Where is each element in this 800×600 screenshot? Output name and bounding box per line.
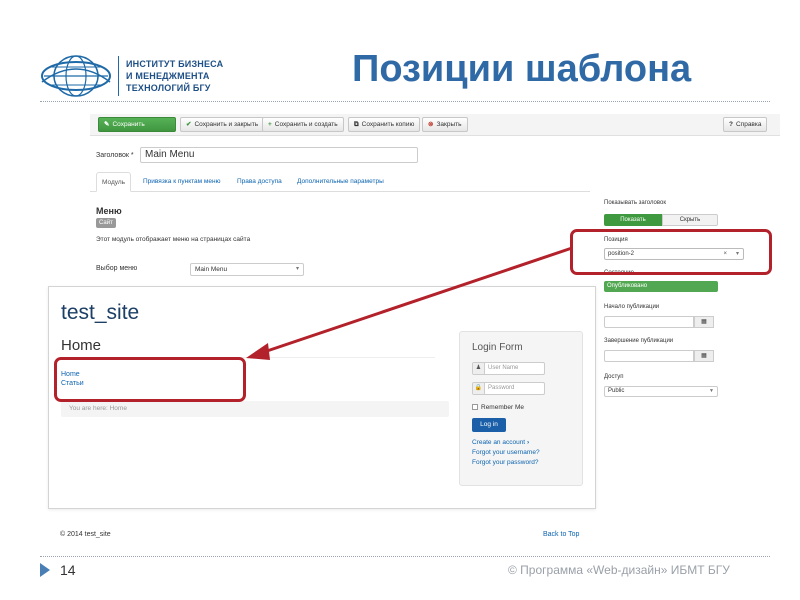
logo-line-3: ТЕХНОЛОГИЙ БГУ bbox=[126, 83, 211, 93]
forgot-password-link[interactable]: Forgot your password? bbox=[472, 459, 538, 466]
tab-module[interactable]: Модуль bbox=[96, 172, 132, 192]
lock-icon: 🔒 bbox=[473, 383, 485, 394]
hide-button[interactable]: Скрыть bbox=[662, 214, 718, 226]
remember-label: Remember Me bbox=[481, 404, 524, 411]
show-title-toggle: Показать Скрыть bbox=[604, 214, 718, 226]
save-button[interactable]: ✎ Сохранить bbox=[98, 117, 176, 132]
module-description: Этот модуль отображает меню на страницах… bbox=[96, 236, 251, 243]
header-divider bbox=[40, 101, 770, 102]
forgot-username-link[interactable]: Forgot your username? bbox=[472, 449, 540, 456]
close-label: Закрыть bbox=[436, 121, 462, 128]
remember-me[interactable]: Remember Me bbox=[472, 404, 524, 411]
access-select[interactable]: Public ▼ bbox=[604, 386, 718, 397]
menu-select[interactable]: Main Menu ▾ bbox=[190, 263, 304, 276]
publish-start-label: Начало публикации bbox=[604, 304, 660, 310]
institute-name: ИНСТИТУТ БИЗНЕСА И МЕНЕДЖМЕНТА ТЕХНОЛОГИ… bbox=[126, 58, 223, 94]
save-icon: ✎ bbox=[104, 121, 110, 128]
help-icon: ? bbox=[729, 121, 733, 128]
password-input[interactable]: 🔒 Password bbox=[472, 382, 545, 395]
show-button[interactable]: Показать bbox=[604, 214, 662, 226]
show-title-label: Показывать заголовок bbox=[604, 200, 666, 206]
calendar-icon[interactable]: ▦ bbox=[694, 350, 714, 362]
tab-menu-assignment[interactable]: Привязка к пунктам меню bbox=[138, 172, 225, 192]
help-label: Справка bbox=[735, 121, 762, 128]
save-copy-label: Сохранить копию bbox=[361, 121, 415, 128]
site-badge: Сайт bbox=[96, 218, 116, 228]
chevron-down-icon: ▼ bbox=[709, 388, 714, 394]
module-type-title: Меню bbox=[96, 206, 122, 216]
slide-title: Позиции шаблона bbox=[352, 48, 692, 90]
close-button[interactable]: ⊗ Закрыть bbox=[422, 117, 468, 132]
publish-start-input[interactable] bbox=[604, 316, 694, 328]
remember-checkbox[interactable] bbox=[472, 404, 478, 410]
save-label: Сохранить bbox=[112, 121, 145, 128]
copy-icon: ⧉ bbox=[354, 121, 359, 128]
plus-icon: + bbox=[268, 121, 272, 128]
page-title: Home bbox=[61, 337, 102, 354]
menu-highlight bbox=[54, 357, 246, 402]
title-label: Заголовок * bbox=[96, 152, 134, 159]
login-form: Login Form ♟ User Name 🔒 Password Remember… bbox=[459, 331, 583, 486]
slide-copyright: © Программа «Web-дизайн» ИБМТ БГУ bbox=[508, 563, 730, 577]
calendar-icon[interactable]: ▦ bbox=[694, 316, 714, 328]
institute-logo bbox=[41, 55, 111, 97]
toolbar: ✎ Сохранить ✔ Сохранить и закрыть + Сохрани… bbox=[90, 114, 780, 136]
login-button[interactable]: Log in bbox=[472, 418, 506, 432]
position-highlight bbox=[570, 229, 772, 275]
login-title: Login Form bbox=[472, 342, 523, 353]
user-icon: ♟ bbox=[473, 363, 485, 374]
save-new-button[interactable]: + Сохранить и создать bbox=[262, 117, 344, 132]
username-input[interactable]: ♟ User Name bbox=[472, 362, 545, 375]
password-placeholder: Password bbox=[488, 385, 515, 391]
logo-divider bbox=[118, 56, 119, 96]
menu-select-value: Main Menu bbox=[195, 266, 228, 273]
username-placeholder: User Name bbox=[488, 365, 519, 371]
title-input[interactable]: Main Menu bbox=[140, 147, 418, 163]
create-account-label: Create an account bbox=[472, 439, 526, 446]
footer-divider bbox=[40, 556, 770, 557]
save-close-button[interactable]: ✔ Сохранить и закрыть bbox=[180, 117, 265, 132]
site-title: test_site bbox=[61, 301, 140, 324]
create-account-link[interactable]: Create an account › bbox=[472, 439, 529, 446]
logo-line-2: И МЕНЕДЖМЕНТА bbox=[126, 71, 210, 81]
tab-bar: Модуль Привязка к пунктам меню Права дос… bbox=[90, 172, 590, 192]
save-close-label: Сохранить и закрыть bbox=[194, 121, 259, 128]
site-footer-copyright: © 2014 test_site bbox=[60, 531, 111, 538]
logo-line-1: ИНСТИТУТ БИЗНЕСА bbox=[126, 59, 224, 69]
status-select[interactable]: Опубликовано bbox=[604, 281, 718, 292]
close-icon: ⊗ bbox=[428, 121, 434, 128]
slide-arrow-icon bbox=[40, 563, 50, 577]
access-label: Доступ bbox=[604, 374, 624, 380]
check-icon: ✔ bbox=[186, 121, 192, 128]
save-copy-button[interactable]: ⧉ Сохранить копию bbox=[348, 117, 421, 132]
help-button[interactable]: ? Справка bbox=[723, 117, 768, 132]
menu-select-label: Выбор меню bbox=[96, 265, 138, 272]
save-new-label: Сохранить и создать bbox=[274, 121, 338, 128]
publish-end-input[interactable] bbox=[604, 350, 694, 362]
publish-end-label: Завершение публикации bbox=[604, 338, 674, 344]
access-value: Public bbox=[608, 388, 625, 394]
back-to-top-link[interactable]: Back to Top bbox=[543, 531, 579, 538]
slide-number: 14 bbox=[60, 562, 76, 578]
tab-permissions[interactable]: Права доступа bbox=[232, 172, 287, 192]
tab-advanced[interactable]: Дополнительные параметры bbox=[292, 172, 389, 192]
chevron-down-icon: ▾ bbox=[295, 266, 299, 272]
breadcrumb: You are here: Home bbox=[61, 401, 449, 417]
chevron-right-icon: › bbox=[526, 439, 530, 446]
